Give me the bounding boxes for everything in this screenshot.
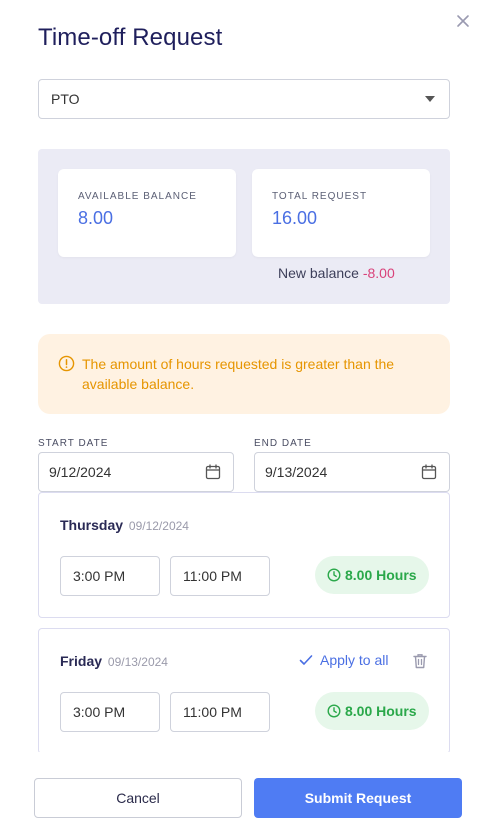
start-date-label: START DATE <box>38 438 109 449</box>
hours-value: 8.00 Hours <box>345 703 417 719</box>
alert-circle-icon <box>58 355 75 372</box>
chevron-down-icon <box>425 96 435 102</box>
day-name: Friday <box>60 653 103 669</box>
apply-to-all-label: Apply to all <box>320 652 389 668</box>
submit-request-button[interactable]: Submit Request <box>254 778 462 818</box>
start-date-value: 9/12/2024 <box>49 464 112 480</box>
close-button[interactable] <box>454 12 474 32</box>
apply-to-all-button[interactable]: Apply to all <box>299 652 388 668</box>
leave-type-value: PTO <box>51 91 80 107</box>
new-balance-value: -8.00 <box>362 265 395 281</box>
day-date: 09/12/2024 <box>128 519 189 533</box>
warning-text: The amount of hours requested is greater… <box>82 356 395 392</box>
end-time-input[interactable]: 11:00 PM <box>170 556 270 596</box>
day-header: Friday 09/13/2024 <box>60 653 168 669</box>
hours-value: 8.00 Hours <box>345 567 417 583</box>
new-balance: New balance -8.00 <box>278 265 395 281</box>
start-time-value: 3:00 PM <box>73 568 126 584</box>
total-request-label: TOTAL REQUEST <box>272 191 368 202</box>
end-date-input[interactable]: 9/13/2024 <box>254 452 450 492</box>
end-date-label: END DATE <box>254 438 312 449</box>
end-date-value: 9/13/2024 <box>265 464 328 480</box>
leave-type-select[interactable]: PTO <box>38 79 450 119</box>
new-balance-label: New balance <box>278 265 359 281</box>
start-date-input[interactable]: 9/12/2024 <box>38 452 234 492</box>
trash-icon[interactable] <box>413 653 427 669</box>
available-balance-label: AVAILABLE BALANCE <box>78 191 197 202</box>
hours-badge: 8.00 Hours <box>315 556 429 594</box>
end-time-input[interactable]: 11:00 PM <box>170 692 270 732</box>
day-date: 09/13/2024 <box>107 655 168 669</box>
day-card-thursday: Thursday 09/12/2024 3:00 PM 11:00 PM 8.0… <box>38 492 450 618</box>
close-icon <box>457 15 469 27</box>
available-balance-card: AVAILABLE BALANCE 8.00 <box>58 169 236 257</box>
clock-icon <box>327 568 341 582</box>
hours-badge: 8.00 Hours <box>315 692 429 730</box>
start-time-value: 3:00 PM <box>73 704 126 720</box>
day-name: Thursday <box>60 517 124 533</box>
day-card-friday: Friday 09/13/2024 Apply to all 3:00 PM 1… <box>38 628 450 754</box>
cancel-button[interactable]: Cancel <box>34 778 242 818</box>
available-balance-value: 8.00 <box>78 208 114 228</box>
balance-panel: AVAILABLE BALANCE 8.00 TOTAL REQUEST 16.… <box>38 149 450 304</box>
end-time-value: 11:00 PM <box>183 568 242 584</box>
calendar-icon[interactable] <box>421 464 437 480</box>
start-time-input[interactable]: 3:00 PM <box>60 692 160 732</box>
end-time-value: 11:00 PM <box>183 704 242 720</box>
check-icon <box>299 655 313 665</box>
warning-banner: The amount of hours requested is greater… <box>38 334 450 414</box>
start-time-input[interactable]: 3:00 PM <box>60 556 160 596</box>
calendar-icon[interactable] <box>205 464 221 480</box>
total-request-card: TOTAL REQUEST 16.00 <box>252 169 430 257</box>
total-request-value: 16.00 <box>272 208 318 228</box>
day-header: Thursday 09/12/2024 <box>60 517 189 533</box>
page-title: Time-off Request <box>38 24 223 51</box>
clock-icon <box>327 704 341 718</box>
modal-footer: Cancel Submit Request <box>0 752 482 840</box>
